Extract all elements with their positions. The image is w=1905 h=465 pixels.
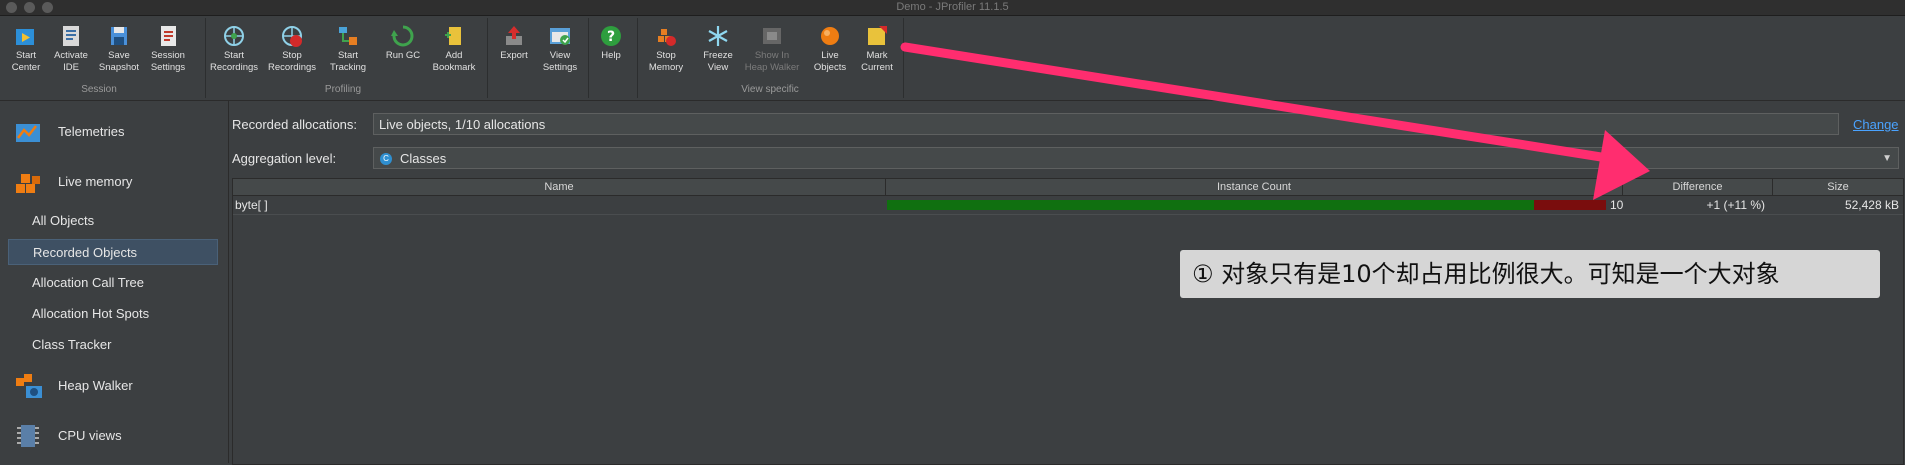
annotation-callout: ① 对象只有是10个却占用比例很大。可知是一个大对象 — [1180, 250, 1880, 298]
annotation-arrow — [900, 42, 1650, 200]
